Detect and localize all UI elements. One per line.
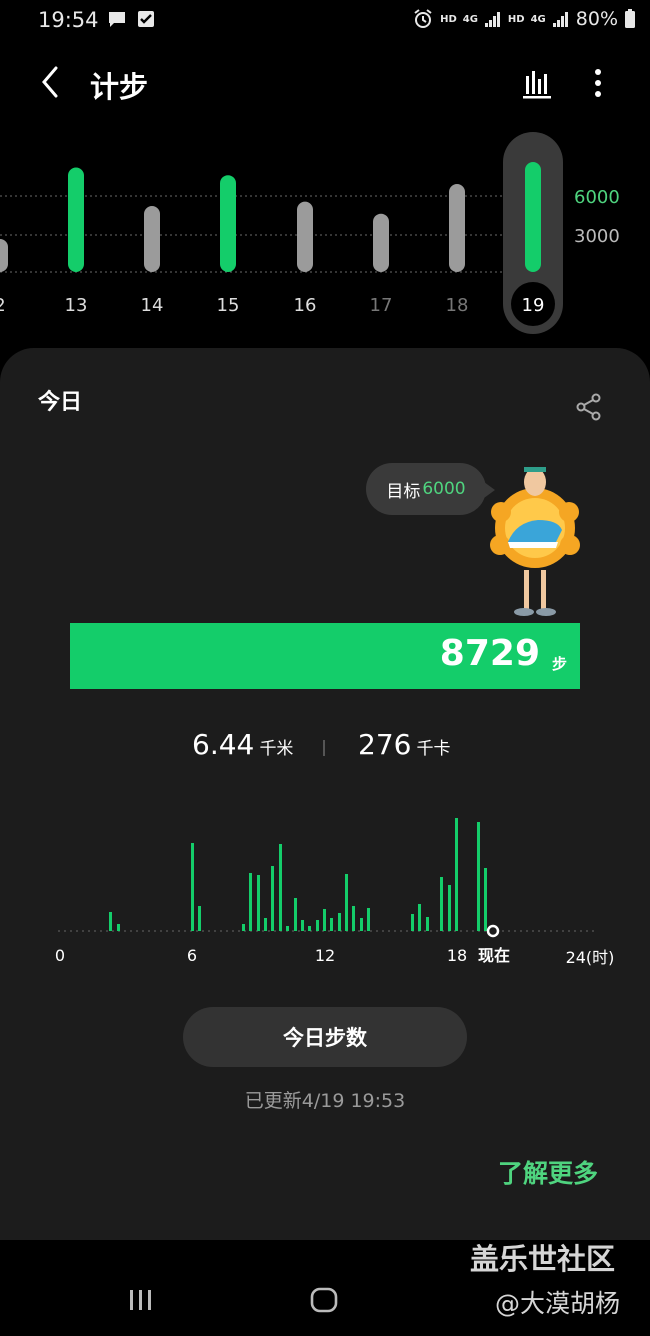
day-bar-2[interactable] [0,239,8,272]
mascot-illustration [490,467,580,616]
stats-divider [323,740,325,756]
network-label-1: 4G [462,13,478,25]
weekly-steps-chart: 2 13 14 15 16 17 18 19 6000 3000 [0,132,620,334]
alarm-icon [414,9,432,28]
day-bar-18[interactable] [449,184,465,272]
back-arrow-icon[interactable] [34,62,70,102]
steps-count: 8729 [439,633,540,674]
day-bar-15[interactable] [220,175,236,272]
message-icon [109,12,125,27]
distance-stat: 6.44 千米 [192,728,293,761]
day-label-13: 13 [65,295,88,316]
more-options-icon[interactable] [585,64,611,104]
calories-stat: 276 千卡 [358,728,451,761]
signal-icon-2 [552,12,568,27]
signal-icon [484,12,500,27]
distance-value: 6.44 [192,728,255,761]
today-steps-button[interactable]: 今日步数 [183,1007,467,1067]
day-label-15: 15 [217,295,240,316]
updated-timestamp: 已更新4/19 19:53 [244,1090,406,1112]
battery-percent: 80% [575,8,618,30]
status-bar: 19:54 HD 4G HD 4G 80% [0,0,650,42]
steps-progress-bar: 8729 步 [70,623,580,689]
recents-icon[interactable] [126,1288,156,1312]
watermark-line2: @大漠胡杨 [495,1289,621,1318]
axis-label-18: 18 [447,946,467,965]
day-bar-16[interactable] [297,201,313,272]
axis-label-0: 0 [55,946,65,965]
hd-label-1: HD [440,13,457,25]
battery-icon [625,9,635,28]
share-icon[interactable] [574,392,604,422]
hourly-bars [109,818,487,931]
distance-unit: 千米 [259,739,294,759]
day-label-18: 18 [446,295,469,316]
watermark-line1: 盖乐世社区 [470,1242,616,1276]
learn-more-link[interactable]: 了解更多 [498,1154,598,1190]
axis-label-6: 6 [187,946,197,965]
axis-label-now: 现在 [478,946,510,965]
now-marker [486,924,500,938]
day-label-14: 14 [141,295,164,316]
home-icon[interactable] [309,1287,339,1315]
day-label-19: 19 [522,295,545,316]
day-label-16: 16 [294,295,317,316]
day-bar-14[interactable] [144,206,160,272]
day-bar-13[interactable] [68,167,84,273]
page-title: 计步 [90,70,149,104]
goal-value: 6000 [422,479,466,499]
stats-row: 6.44 千米 276 千卡 [0,728,650,772]
steps-unit: 步 [551,655,567,673]
day-bar-17[interactable] [373,213,389,272]
network-label-2: 4G [530,13,546,25]
calories-unit: 千卡 [416,739,451,759]
status-right: HD 4G HD 4G 80% [412,8,636,30]
axis-label-12: 12 [315,946,335,965]
day-bar-19[interactable] [525,162,541,272]
bar-chart-icon[interactable] [520,66,554,100]
day-label-17: 17 [370,295,393,316]
goal-bubble: 目标 6000 [366,463,486,515]
hd-label-2: HD [507,13,525,25]
calories-value: 276 [358,728,412,761]
checkbox-icon [138,11,154,27]
day-label-2: 2 [0,295,6,316]
card-title: 今日 [38,390,83,415]
goal-reference-label: 6000 [574,187,620,208]
axis-label-24: 24(时) [566,948,615,967]
hourly-steps-chart: 0 6 12 18 现在 24(时) [55,818,615,967]
mid-reference-label: 3000 [574,226,620,247]
status-time: 19:54 [38,8,99,32]
goal-label: 目标 [386,481,421,502]
